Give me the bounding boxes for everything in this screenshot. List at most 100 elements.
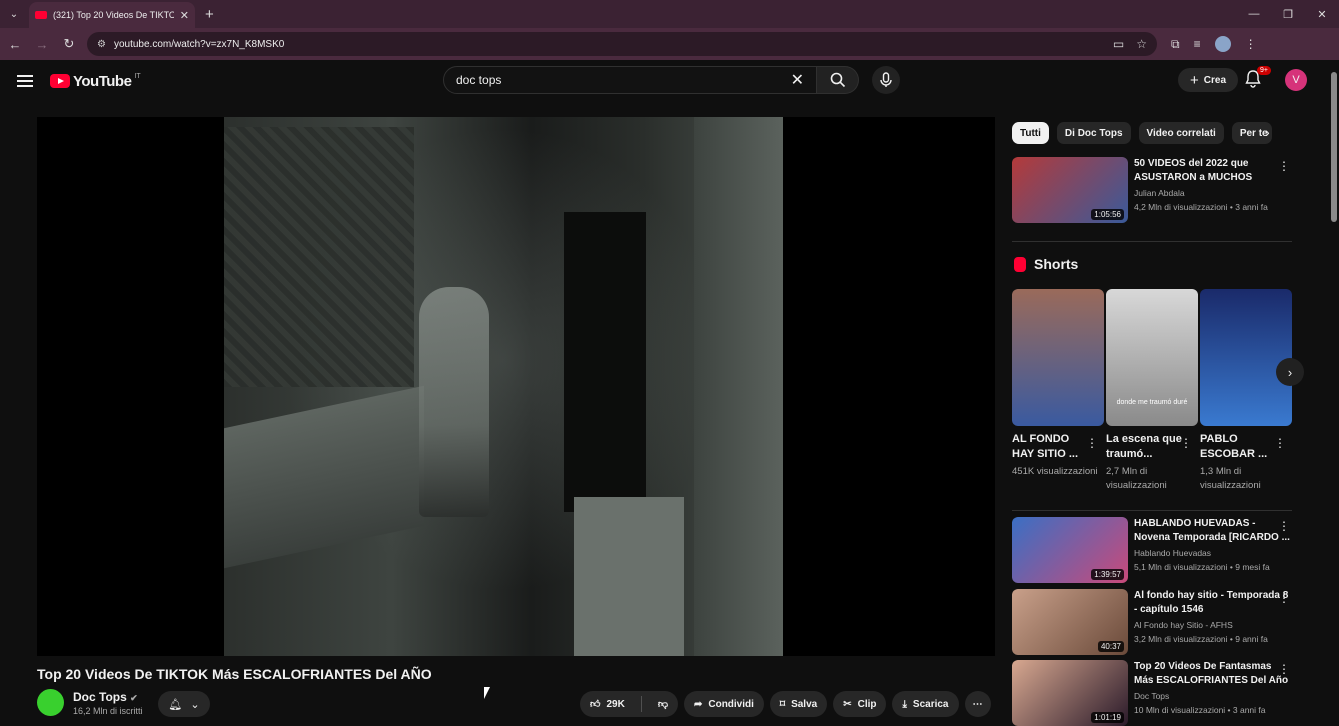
related-video[interactable]: 40:37 Al fondo hay sitio - Temporada 8 -… [1012,589,1292,655]
more-horizontal-icon: ⋯ [972,698,983,710]
subscribed-bell-button[interactable]: 🔔︎ ⌄ [158,691,210,717]
related-video-title[interactable]: 50 VIDEOS del 2022 que ASUSTARON a MUCHO… [1134,157,1292,185]
more-vertical-icon[interactable]: ⋮ [1278,662,1290,676]
short-title[interactable]: PABLO ESCOBAR ... [1200,432,1276,462]
search-button[interactable] [817,66,859,94]
download-button[interactable]: ⤓ Scarica [892,691,959,717]
save-button[interactable]: ⌑ Salva [769,691,828,717]
tab-close-icon[interactable]: ✕ [180,9,189,22]
shorts-next-icon[interactable]: › [1276,358,1304,386]
extensions-icon[interactable]: ⧉ [1171,37,1180,52]
forward-icon[interactable]: → [30,32,54,56]
menu-hamburger-icon[interactable] [17,75,33,87]
short-title[interactable]: La escena que traumó... [1106,432,1182,462]
clip-button[interactable]: ✂ Clip [833,691,887,717]
create-button[interactable]: + Crea [1178,68,1239,92]
channel-name[interactable]: Doc Tops ✔ [73,690,138,704]
filter-chips: Tutti Di Doc Tops Video correlati Per te [1012,122,1272,144]
save-label: Salva [791,698,818,710]
chip-all[interactable]: Tutti [1012,122,1049,144]
like-button[interactable]: 👍︎ 29K [580,691,635,717]
dislike-button[interactable]: 👎︎ [648,691,678,717]
shorts-heading: Shorts [1014,256,1078,272]
related-video-channel[interactable]: Hablando Huevadas [1134,548,1292,558]
chip-related[interactable]: Video correlati [1138,122,1224,144]
media-controls-icon[interactable]: ≡ [1194,37,1201,51]
video-thumbnail[interactable]: 1:01:19 [1012,660,1128,726]
more-vertical-icon[interactable]: ⋮ [1180,436,1192,450]
short-item[interactable]: PABLO ESCOBAR ... 1,3 Mln di visualizzaz… [1200,289,1292,493]
cast-icon[interactable]: ▭ [1113,37,1124,51]
more-vertical-icon[interactable]: ⋮ [1274,436,1286,450]
short-item[interactable]: donde me traumó duré La escena que traum… [1106,289,1198,493]
verified-icon: ✔ [130,693,138,703]
like-count: 29K [606,698,625,710]
back-icon[interactable]: ← [3,32,27,56]
more-vertical-icon[interactable]: ⋮ [1278,591,1290,605]
related-video[interactable]: 1:39:57 HABLANDO HUEVADAS - Novena Tempo… [1012,517,1292,583]
short-thumbnail[interactable]: donde me traumó duré [1106,289,1198,426]
clear-search-icon[interactable]: ✕ [791,70,804,90]
related-video[interactable]: 1:05:56 50 VIDEOS del 2022 que ASUSTARON… [1012,157,1292,223]
microphone-icon [880,72,892,87]
search-input[interactable]: doc tops ✕ [443,66,817,94]
like-dislike-group: 👍︎ 29K 👎︎ [580,691,678,717]
clip-label: Clip [857,698,877,710]
video-actions: 👍︎ 29K 👎︎ ➦ Condividi ⌑ Salva ✂ Clip ⤓ S… [580,691,991,717]
chip-from-channel[interactable]: Di Doc Tops [1056,122,1131,144]
video-thumbnail[interactable]: 1:39:57 [1012,517,1128,583]
video-thumbnail[interactable]: 40:37 [1012,589,1128,655]
related-video-title[interactable]: Al fondo hay sitio - Temporada 8 - capít… [1134,589,1292,617]
video-player[interactable] [37,117,995,656]
youtube-play-icon [50,74,70,88]
account-avatar[interactable]: V [1285,69,1307,91]
country-code: IT [134,72,141,80]
related-video-title[interactable]: Top 20 Videos De Fantasmas Más ESCALOFRI… [1134,660,1292,688]
related-video[interactable]: 1:01:19 Top 20 Videos De Fantasmas Más E… [1012,660,1292,726]
subscriber-count: 16,2 Mln di iscritti [73,706,143,716]
short-views: 1,3 Mln di visualizzazioni [1200,466,1261,491]
more-vertical-icon[interactable]: ⋮ [1278,159,1290,173]
frame-tapestry [224,127,414,387]
profile-icon[interactable] [1214,36,1231,52]
notifications-button[interactable]: 9+ [1245,66,1271,90]
share-button[interactable]: ➦ Condividi [683,691,764,717]
more-vertical-icon[interactable]: ⋮ [1278,519,1290,533]
youtube-favicon-icon [35,11,47,19]
video-thumbnail[interactable]: 1:05:56 [1012,157,1128,223]
video-meta: Top 20 Videos De Fantasmas Más ESCALOFRI… [1134,660,1292,726]
more-vertical-icon[interactable]: ⋮ [1086,436,1098,450]
related-video-channel[interactable]: Doc Tops [1134,691,1292,701]
scrollbar-thumb[interactable] [1331,72,1337,222]
reload-icon[interactable]: ↻ [57,32,81,56]
minimize-icon[interactable]: — [1237,0,1271,28]
more-actions-button[interactable]: ⋯ [964,691,991,717]
close-window-icon[interactable]: ✕ [1305,0,1339,28]
voice-search-button[interactable] [872,66,900,94]
browser-tab[interactable]: (321) Top 20 Videos De TIKTOK ✕ [29,2,195,28]
browser-menu-icon[interactable]: ⋮ [1245,37,1257,51]
site-info-icon[interactable]: ⚙ [97,39,106,50]
bookmark-star-icon[interactable]: ☆ [1136,37,1147,51]
short-thumbnail[interactable] [1012,289,1104,426]
restore-icon[interactable]: ❐ [1271,0,1305,28]
youtube-logo[interactable]: YouTube IT [50,73,141,90]
short-title[interactable]: AL FONDO HAY SITIO ... [1012,432,1088,462]
tab-search-chevron-icon[interactable]: ⌄ [3,3,25,25]
frame-cabinet [574,497,684,656]
frame-bed [224,385,424,569]
address-bar[interactable]: ⚙ youtube.com/watch?v=zx7N_K8MSK0 ▭ ☆ [87,32,1157,56]
scissors-icon: ✂ [843,698,852,710]
related-video-title[interactable]: HABLANDO HUEVADAS - Novena Temporada [RI… [1134,517,1292,545]
chips-next-icon[interactable]: › [1265,124,1270,140]
short-thumbnail[interactable] [1200,289,1292,426]
video-title: Top 20 Videos De TIKTOK Más ESCALOFRIANT… [37,666,432,682]
related-video-channel[interactable]: Al Fondo hay Sitio - AFHS [1134,620,1292,630]
page-scrollbar[interactable] [1329,62,1339,720]
related-video-channel[interactable]: Julian Abdala [1134,188,1292,198]
new-tab-icon[interactable]: + [205,6,214,23]
channel-avatar[interactable] [37,689,64,716]
like-separator [640,696,642,712]
url-text: youtube.com/watch?v=zx7N_K8MSK0 [113,38,285,50]
short-item[interactable]: AL FONDO HAY SITIO ... 451K visualizzazi… [1012,289,1104,479]
